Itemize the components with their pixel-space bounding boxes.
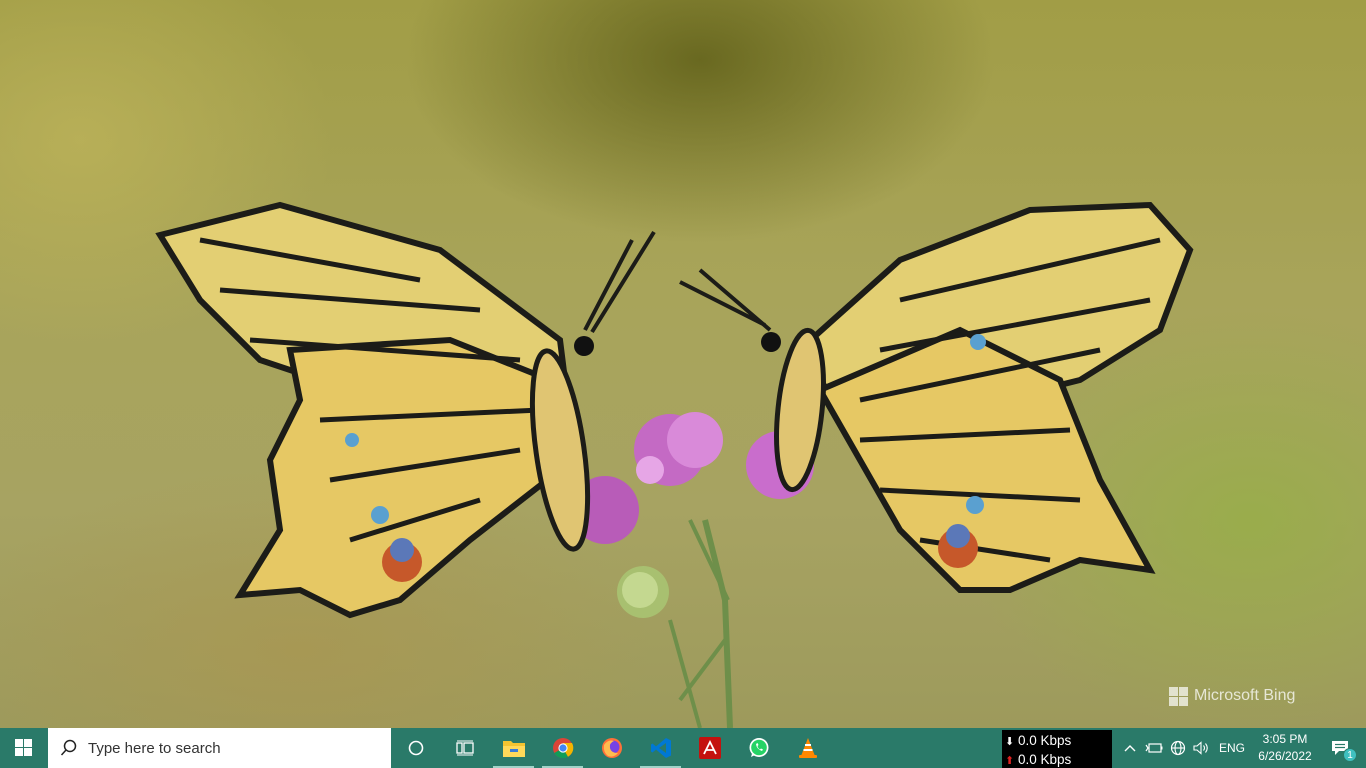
desktop: Microsoft Bing: [0, 0, 1366, 728]
start-button[interactable]: [0, 728, 48, 768]
bing-watermark: Microsoft Bing: [1169, 686, 1295, 706]
file-explorer-button[interactable]: [489, 728, 538, 768]
globe-network-icon: [1170, 740, 1186, 756]
network-button[interactable]: [1166, 728, 1190, 768]
microsoft-logo-icon: [1169, 686, 1188, 706]
system-tray: ENG 3:05 PM 6/26/2022 1: [1118, 728, 1360, 768]
taskbar: Type here to search ⬇ 0.0 Kbps ⬆ 0.0 Kbp…: [0, 728, 1366, 768]
notification-count-badge: 1: [1343, 748, 1357, 762]
show-hidden-icons-button[interactable]: [1118, 728, 1142, 768]
task-view-icon: [455, 740, 474, 756]
cortana-circle-icon: [408, 740, 423, 756]
search-placeholder: Type here to search: [88, 739, 221, 757]
action-center-button[interactable]: 1: [1320, 728, 1360, 768]
search-icon: [60, 739, 77, 756]
vlc-icon: [798, 738, 817, 758]
upload-speed: 0.0 Kbps: [1017, 752, 1072, 767]
whatsapp-icon: [749, 738, 768, 757]
battery-button[interactable]: [1142, 728, 1166, 768]
clock-button[interactable]: 3:05 PM 6/26/2022: [1250, 731, 1320, 765]
network-speed-widget: ⬇ 0.0 Kbps ⬆ 0.0 Kbps: [1002, 730, 1112, 768]
taskbar-search-box[interactable]: Type here to search: [48, 728, 391, 768]
acrobat-button[interactable]: [685, 728, 734, 768]
vscode-icon: [650, 738, 671, 758]
chrome-button[interactable]: [538, 728, 587, 768]
vscode-button[interactable]: [636, 728, 685, 768]
download-speed: 0.0 Kbps: [1017, 733, 1072, 748]
upload-arrow-icon: ⬆: [1005, 755, 1015, 767]
vlc-button[interactable]: [783, 728, 832, 768]
clock-time: 3:05 PM: [1262, 732, 1308, 746]
acrobat-icon: [698, 737, 721, 759]
battery-charging-icon: [1145, 743, 1163, 753]
chrome-icon: [552, 738, 573, 759]
download-arrow-icon: ⬇: [1005, 736, 1015, 748]
volume-button[interactable]: [1190, 728, 1214, 768]
cortana-button[interactable]: [391, 728, 440, 768]
firefox-icon: [601, 738, 622, 758]
whatsapp-button[interactable]: [734, 728, 783, 768]
task-view-button[interactable]: [440, 728, 489, 768]
clock-date: 6/26/2022: [1258, 749, 1312, 763]
windows-logo-icon: [15, 739, 32, 756]
input-language-button[interactable]: ENG: [1214, 741, 1250, 755]
wallpaper-butterflies-image: [155, 201, 1194, 728]
bing-watermark-text: Microsoft Bing: [1194, 687, 1296, 704]
chevron-up-icon: [1124, 745, 1136, 752]
speaker-volume-icon: [1193, 741, 1208, 755]
file-explorer-icon: [502, 741, 525, 757]
firefox-button[interactable]: [587, 728, 636, 768]
